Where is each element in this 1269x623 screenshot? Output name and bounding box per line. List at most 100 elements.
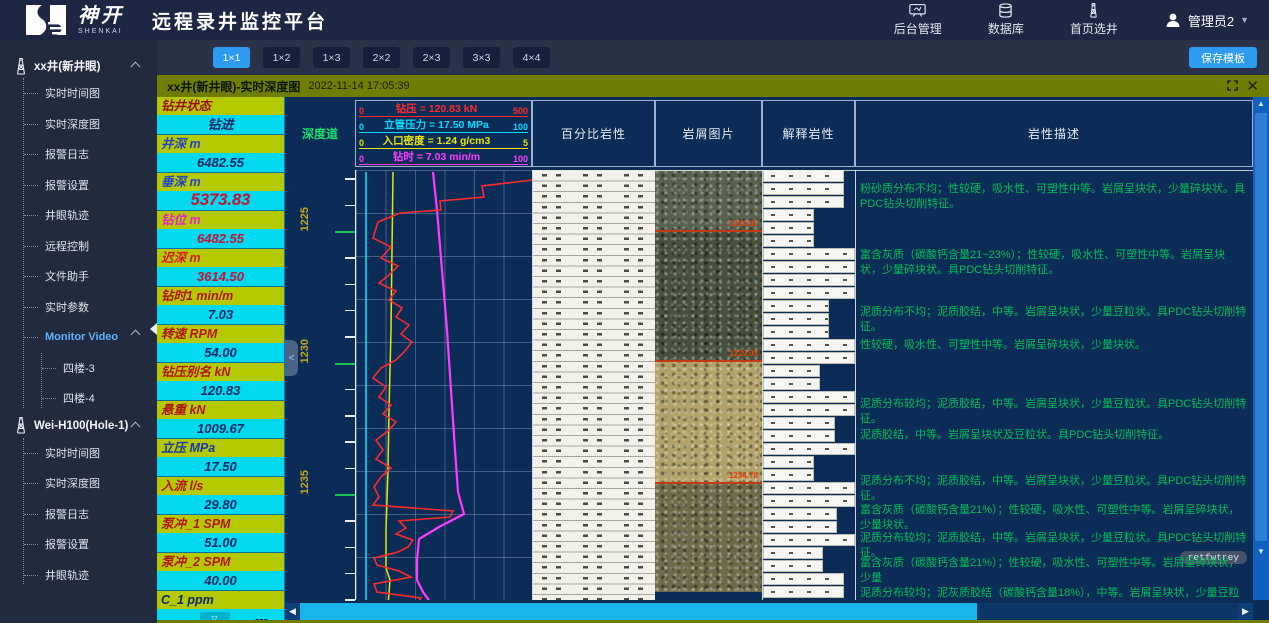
lithology-description-text: 泥质胶结，中等。岩屑呈块状及豆粒状。具PDC钻头切削特征。 (860, 428, 1247, 443)
lithology-description-text: 泥质分布较均；泥质胶结，中等。岩屑呈块状，少量豆粒状。具PDC钻头切削特征。 (860, 397, 1247, 427)
param-label: C_1 ppm (157, 591, 284, 609)
param-label: 钻位 m (157, 211, 284, 229)
legend-row-钻时: 0钻时 = 7.03 min/m100 (359, 150, 528, 165)
sidebar-well-1[interactable]: Wei-H100(Hole-1) (14, 414, 157, 438)
nav-actions: 后台管理 数据库 首页选井 管理员2 ▼ (894, 3, 1269, 37)
interp-lithology-cell (763, 209, 814, 221)
panel-titlebar: xx井(新井眼)-实时深度图 2022-11-14 17:05:39 ✕ (157, 75, 1269, 97)
vertical-scrollbar-thumb[interactable] (1255, 113, 1267, 541)
interp-lithology-cell (763, 261, 855, 273)
depth-tick-label: 1225 (299, 207, 311, 231)
interp-lithology-cell (763, 300, 829, 312)
param-value: 40.00 (157, 571, 284, 590)
percent-lithology-track (532, 170, 655, 600)
layout-button-2×2[interactable]: 2×2 (363, 47, 400, 68)
well-label: xx井(新井眼) (34, 58, 100, 74)
layout-toolbar: 1×1 1×2 1×3 2×2 2×3 3×3 4×4 保存模板 (157, 40, 1269, 75)
scale-min: 0 (359, 106, 369, 116)
scroll-down-arrow-icon[interactable]: ▼ (1253, 545, 1269, 559)
well-select-derrick-icon (1085, 3, 1102, 18)
column-header-lithology-description: 岩性描述 (855, 100, 1253, 167)
layout-button-3×3[interactable]: 3×3 (463, 47, 500, 68)
interp-lithology-cell (763, 508, 837, 520)
minor-tick (345, 599, 355, 601)
sidebar-item-实时时间图[interactable]: 实时时间图 (23, 438, 157, 469)
sidebar-item-monitor-video[interactable]: Monitor Video (23, 322, 157, 353)
param-value: ---▽ (157, 609, 284, 620)
interp-lithology-cell (763, 573, 844, 585)
scroll-right-arrow-icon[interactable]: ▶ (1238, 603, 1253, 620)
top-nav: 神开 SHENKAI 远程录井监控平台 后台管理 数据库 首页选井 管理员2 ▼ (0, 0, 1269, 40)
minor-tick (345, 205, 355, 207)
sidebar-item-四楼-3[interactable]: 四楼-3 (41, 353, 157, 384)
param-value: 1009.67 (157, 419, 284, 438)
interp-lithology-cell (763, 586, 844, 598)
sidebar-item-井眼轨迹[interactable]: 井眼轨迹 (23, 200, 157, 231)
scroll-left-arrow-icon[interactable]: ◀ (285, 603, 300, 620)
lithology-description-text: 富含灰质（碳酸钙含量21%）；性较硬，吸水性、可塑性中等。岩屑呈碎块状，少量 (860, 556, 1247, 586)
nav-item-select-well[interactable]: 首页选井 (1070, 3, 1118, 37)
vertical-scrollbar[interactable]: ▲ ▼ (1253, 97, 1269, 600)
user-menu[interactable]: 管理员2 ▼ (1164, 11, 1249, 30)
depth-log-chart: 深度道 0钻压 = 120.83 kN5000立管压力 = 17.50 MPa1… (285, 97, 1269, 620)
scroll-up-arrow-icon[interactable]: ▲ (1253, 97, 1269, 111)
panel-body: 钻井状态钻进井深 m6482.55垂深 m5373.83钻位 m6482.55迟… (157, 97, 1269, 620)
column-header-percent-lithology: 百分比岩性 (532, 100, 655, 167)
layout-button-1×3[interactable]: 1×3 (313, 47, 350, 68)
sidebar-item-报警日志[interactable]: 报警日志 (23, 499, 157, 530)
fullscreen-icon[interactable] (1227, 80, 1238, 93)
collapse-caret-icon[interactable] (131, 330, 141, 340)
nav-item-admin[interactable]: 后台管理 (894, 3, 942, 37)
layout-button-4×4[interactable]: 4×4 (513, 47, 550, 68)
param-value: 6482.55 (157, 229, 284, 248)
layout-buttons: 1×1 1×2 1×3 2×2 2×3 3×3 4×4 (213, 47, 550, 68)
param-row: C_1 ppm---▽ (157, 591, 284, 620)
collapse-caret-icon[interactable] (131, 62, 141, 72)
save-template-button[interactable]: 保存模板 (1189, 47, 1257, 68)
sidebar-item-实时深度图[interactable]: 实时深度图 (23, 109, 157, 140)
lithology-description-track: retfwtrey 粉砂质分布不均；性较硬，吸水性、可塑性中等。岩屑呈块状，少量… (855, 170, 1253, 600)
sidebar-item-实时参数[interactable]: 实时参数 (23, 292, 157, 323)
sidebar-item-报警设置[interactable]: 报警设置 (23, 170, 157, 201)
major-tick-line (335, 363, 355, 365)
layout-button-1×1[interactable]: 1×1 (213, 47, 250, 68)
param-row: 迟深 m3614.50 (157, 249, 284, 287)
app-title: 远程录井监控平台 (152, 7, 328, 34)
interpreted-lithology-track (762, 170, 855, 600)
interp-lithology-cell (763, 547, 823, 559)
sidebar-item-实时时间图[interactable]: 实时时间图 (23, 78, 157, 109)
sidebar-item-远程控制[interactable]: 远程控制 (23, 231, 157, 262)
horizontal-scrollbar[interactable]: ◀ ▶ (285, 603, 1253, 620)
layout-button-2×3[interactable]: 2×3 (413, 47, 450, 68)
formation-boundary-depth-label: 1224.81 (729, 219, 758, 228)
param-row: 立压 MPa17.50 (157, 439, 284, 477)
sidebar-item-报警设置[interactable]: 报警设置 (23, 529, 157, 560)
sidebar-well-0[interactable]: xx井(新井眼) (14, 54, 157, 78)
interp-lithology-cell (763, 482, 855, 494)
sidebar-item-四楼-4[interactable]: 四楼-4 (41, 383, 157, 414)
minor-tick (345, 441, 355, 443)
layout-button-1×2[interactable]: 1×2 (263, 47, 300, 68)
horizontal-scrollbar-thumb[interactable] (300, 603, 977, 620)
nav-item-database[interactable]: 数据库 (988, 3, 1024, 37)
sidebar-item-报警日志[interactable]: 报警日志 (23, 139, 157, 170)
sidebar-collapse-handle[interactable] (150, 323, 157, 335)
brand-name: 神开 (78, 6, 124, 26)
param-value: 120.83 (157, 381, 284, 400)
horizontal-scrollbar-track[interactable] (977, 603, 1238, 620)
params-collapse-tab[interactable]: < (285, 340, 298, 376)
database-icon (997, 3, 1014, 18)
cuttings-photo-section (655, 482, 762, 592)
legend-row-立管压力: 0立管压力 = 17.50 MPa100 (359, 118, 528, 133)
sidebar-item-实时深度图[interactable]: 实时深度图 (23, 468, 157, 499)
sidebar-item-文件助手[interactable]: 文件助手 (23, 261, 157, 292)
close-icon[interactable]: ✕ (1246, 79, 1259, 94)
param-row: 悬重 kN1009.67 (157, 401, 284, 439)
plot-top-border (532, 170, 1253, 171)
param-dropdown-caret[interactable]: ▽ (200, 612, 230, 620)
depth-tick-label: 1235 (299, 470, 311, 494)
sidebar-item-井眼轨迹[interactable]: 井眼轨迹 (23, 560, 157, 591)
panel-title: xx井(新井眼)-实时深度图 (167, 78, 300, 95)
collapse-caret-icon[interactable] (131, 421, 141, 431)
param-label: 井深 m (157, 135, 284, 153)
